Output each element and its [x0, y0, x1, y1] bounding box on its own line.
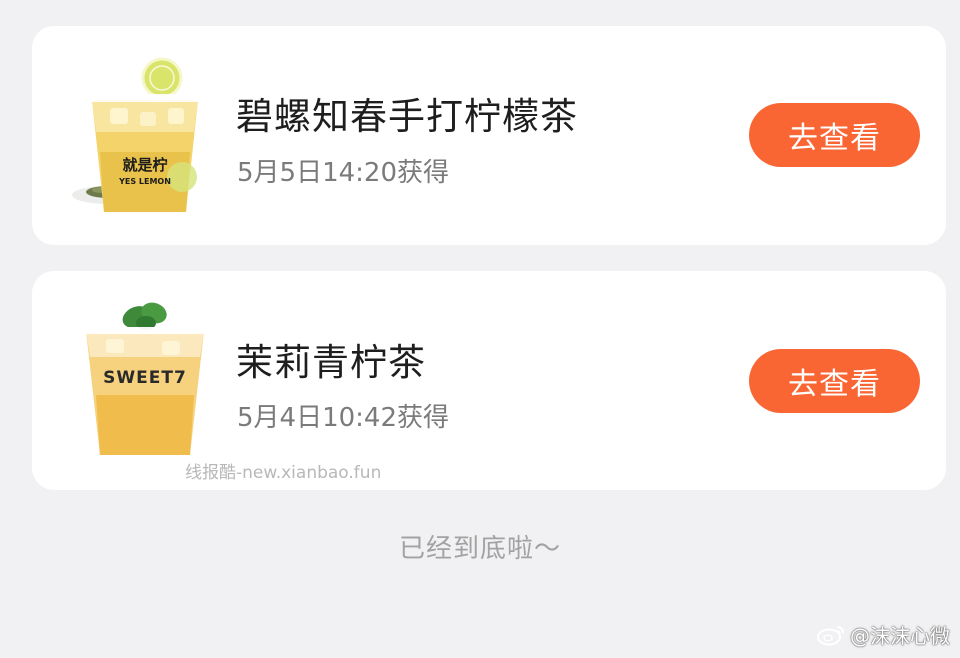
- weibo-icon: [817, 625, 844, 645]
- coupon-list-page: 就是柠 YES LEMON 碧螺知春手打柠檬茶 5月5日14:20获得 去查看 …: [0, 0, 960, 658]
- view-button[interactable]: 去查看: [749, 349, 920, 413]
- end-of-list-text: 已经到底啦～: [398, 534, 561, 564]
- site-watermark: 线报酷-new.xianbao.fun: [185, 463, 382, 483]
- lime-tea-cup-image: SWEET7: [82, 302, 208, 455]
- weibo-watermark: @沫沫心微: [816, 620, 950, 649]
- cup-logo-text: SWEET7: [103, 368, 187, 388]
- drink-card: 就是柠 YES LEMON 碧螺知春手打柠檬茶 5月5日14:20获得 去查看: [32, 26, 946, 245]
- view-button[interactable]: 去查看: [749, 103, 920, 167]
- obtained-time: 5月5日14:20获得: [237, 158, 450, 188]
- drink-title: 茉莉青柠茶: [236, 341, 426, 384]
- cup-logo-text: 就是柠: [122, 156, 167, 174]
- drink-title: 碧螺知春手打柠檬茶: [236, 95, 578, 138]
- drink-card: SWEET7 茉莉青柠茶 5月4日10:42获得 去查看: [32, 271, 946, 490]
- lemon-tea-cup-image: 就是柠 YES LEMON: [72, 57, 202, 212]
- obtained-time: 5月4日10:42获得: [237, 403, 450, 433]
- cup-logo-subtext: YES LEMON: [118, 177, 171, 186]
- weibo-handle: @沫沫心微: [850, 624, 950, 648]
